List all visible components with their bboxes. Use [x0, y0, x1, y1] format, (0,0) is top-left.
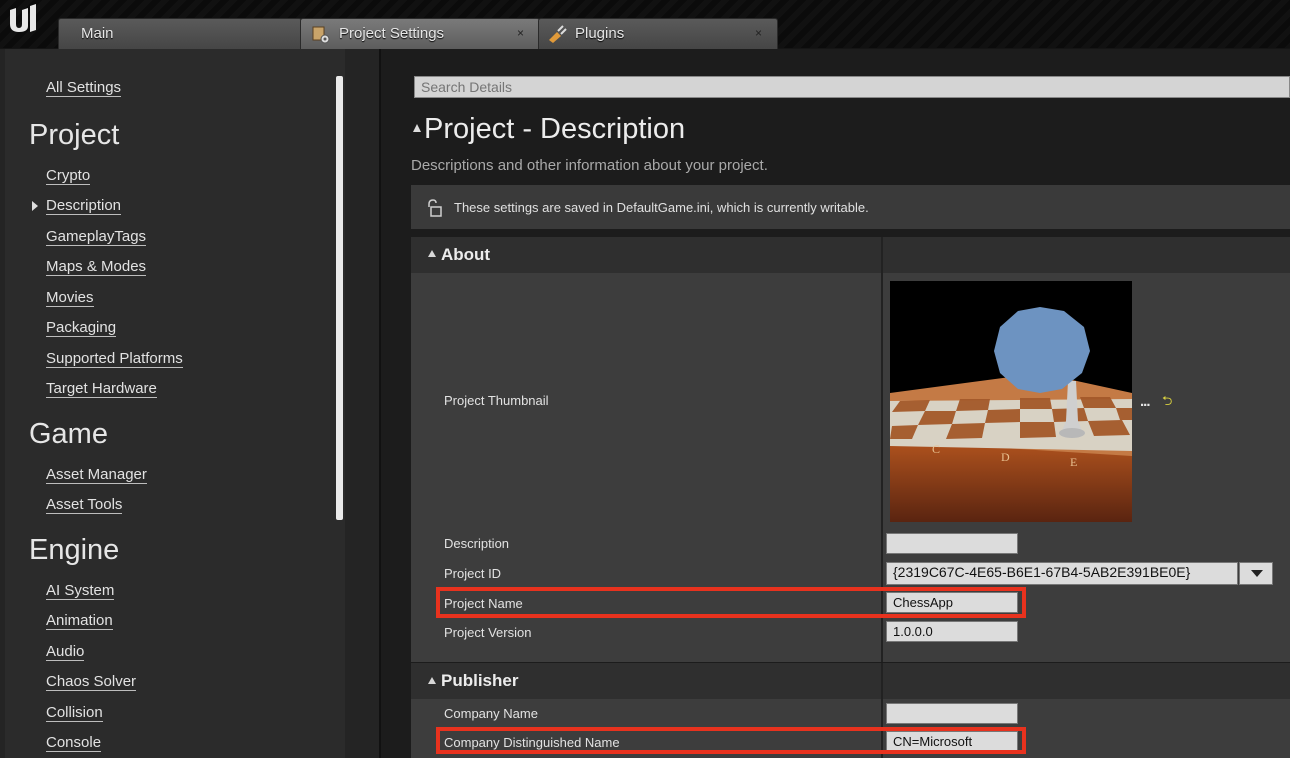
highlight-box-company-dn [436, 727, 1026, 754]
board-letter-d: D [1001, 450, 1010, 464]
project-thumbnail-image[interactable]: C D E [890, 281, 1132, 522]
page-title: Project - Description [424, 113, 686, 145]
project-settings-icon [312, 26, 330, 44]
sidebar-all-settings[interactable]: All Settings [46, 79, 122, 97]
search-input[interactable] [414, 76, 1290, 98]
category-about-header[interactable] [411, 237, 1290, 273]
sidebar-item-animation[interactable]: Animation [46, 612, 113, 630]
category-about-title: About [441, 245, 491, 264]
sidebar-heading-game: Game [29, 418, 108, 450]
project-version-label: Project Version [444, 625, 532, 640]
plugins-icon [549, 25, 567, 43]
title-bar: Main Project Settings × Plugins × [0, 0, 1290, 50]
unlock-icon[interactable] [425, 199, 443, 217]
tab-main[interactable]: Main [58, 18, 302, 50]
tab-project-settings-label: Project Settings [339, 25, 445, 42]
thumbnail-browse-button[interactable]: ... [1140, 393, 1150, 410]
project-version-field[interactable]: 1.0.0.0 [886, 621, 1018, 642]
tab-close-icon[interactable]: × [755, 26, 762, 40]
description-field[interactable] [886, 533, 1018, 554]
board-letter-e: E [1070, 455, 1077, 469]
sidebar-item-maps-modes[interactable]: Maps & Modes [46, 258, 147, 276]
sidebar-item-asset-tools[interactable]: Asset Tools [46, 496, 123, 514]
highlight-box-project-name [436, 587, 1026, 618]
category-publisher-title: Publisher [441, 671, 519, 690]
sidebar-item-movies[interactable]: Movies [46, 289, 94, 307]
board-letter-c: C [932, 442, 940, 456]
project-id-label: Project ID [444, 566, 502, 581]
sidebar-item-description[interactable]: Description [46, 197, 122, 215]
tab-project-settings[interactable]: Project Settings × [300, 18, 540, 50]
project-id-field[interactable]: {2319C67C-4E65-B6E1-67B4-5AB2E391BE0E} [886, 562, 1238, 585]
selected-arrow-icon [32, 201, 38, 211]
sidebar-item-ai-system[interactable]: AI System [46, 582, 115, 600]
sidebar-item-console[interactable]: Console [46, 734, 102, 752]
sidebar-heading-project: Project [29, 119, 120, 151]
page-subtitle: Descriptions and other information about… [411, 157, 768, 174]
tab-close-icon[interactable]: × [517, 26, 524, 40]
reset-to-default-icon[interactable]: ⮌ [1162, 392, 1172, 414]
sidebar-scrollbar[interactable] [336, 76, 343, 520]
company-name-label: Company Name [444, 706, 538, 721]
sidebar-heading-engine: Engine [29, 534, 120, 566]
sidebar-item-collision[interactable]: Collision [46, 704, 103, 722]
tab-plugins[interactable]: Plugins × [538, 18, 778, 50]
tab-plugins-label: Plugins [575, 25, 625, 42]
company-name-field[interactable] [886, 703, 1018, 724]
description-label: Description [444, 536, 510, 551]
sidebar-item-packaging[interactable]: Packaging [46, 319, 117, 337]
unreal-logo-icon[interactable] [4, 4, 40, 36]
sidebar-item-target-hardware[interactable]: Target Hardware [46, 380, 157, 398]
sidebar-item-crypto[interactable]: Crypto [46, 167, 91, 185]
sidebar-item-supported-platforms[interactable]: Supported Platforms [46, 350, 183, 368]
sidebar-item-audio[interactable]: Audio [46, 643, 85, 661]
tab-main-label: Main [81, 25, 114, 42]
sidebar-item-asset-manager[interactable]: Asset Manager [46, 466, 147, 484]
project-thumbnail-label: Project Thumbnail [444, 393, 549, 408]
collapse-arrow-icon[interactable] [428, 250, 436, 257]
chevron-down-icon[interactable] [1239, 562, 1273, 585]
config-notice-text: These settings are saved in DefaultGame.… [454, 200, 869, 215]
category-publisher-header[interactable] [411, 663, 1290, 699]
sidebar-item-gameplaytags[interactable]: GameplayTags [46, 228, 147, 246]
collapse-arrow-icon[interactable] [428, 677, 436, 684]
collapse-arrow-icon[interactable] [413, 124, 421, 132]
sidebar-item-chaos-solver[interactable]: Chaos Solver [46, 673, 137, 691]
